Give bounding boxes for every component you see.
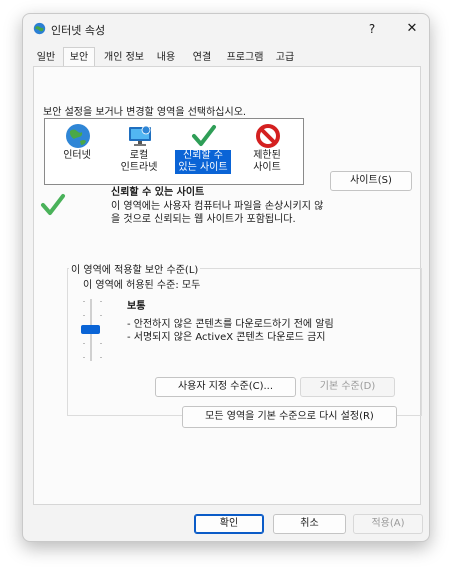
security-level-name: 보통 (127, 301, 146, 312)
checkmark-icon (192, 125, 216, 146)
globe-icon (66, 124, 90, 148)
trusted-sites-icon (41, 194, 65, 215)
custom-level-button[interactable]: 사용자 지정 수준(C)... (155, 377, 296, 397)
slider-tick (83, 357, 85, 358)
slider-tick (83, 301, 85, 302)
internet-properties-dialog: 인터넷 속성 ? ✕ 일반 보안 개인 정보 내용 연결 프로그램 고급 보안 … (22, 13, 430, 542)
slider-tick (83, 343, 85, 344)
zone-label-trusted-sites: 신뢰할 수 있는 사이트 (175, 150, 231, 174)
tab-programs[interactable]: 프로그램 (223, 49, 267, 66)
selected-zone-title: 신뢰할 수 있는 사이트 (111, 187, 205, 198)
selected-zone-description: 이 영역에는 사용자 컴퓨터나 파일을 손상시키지 않 을 것으로 신뢰되는 웹… (111, 201, 324, 225)
zone-trusted-sites[interactable]: 신뢰할 수 있는 사이트 (175, 119, 231, 181)
ok-button[interactable]: 확인 (194, 514, 264, 534)
internet-options-icon (33, 22, 46, 35)
window-title: 인터넷 속성 (51, 24, 106, 37)
monitor-icon (129, 125, 151, 146)
slider-tick (100, 343, 102, 344)
tab-privacy[interactable]: 개인 정보 (98, 49, 150, 66)
close-button[interactable]: ✕ (401, 20, 423, 38)
default-level-button[interactable]: 기본 수준(D) (300, 377, 395, 397)
tab-general[interactable]: 일반 (31, 49, 61, 66)
help-button[interactable]: ? (361, 20, 383, 38)
security-level-group-label: 이 영역에 적용할 보안 수준(L) (69, 261, 201, 276)
tab-advanced[interactable]: 고급 (270, 49, 300, 66)
slider-tick (100, 357, 102, 358)
zone-local-intranet[interactable]: 로컬 인트라넷 (111, 119, 167, 181)
zone-prompt: 보안 설정을 보거나 변경할 영역을 선택하십시오. (43, 107, 247, 118)
zone-label-restricted-sites: 제한된 사이트 (253, 150, 281, 173)
zone-restricted-sites[interactable]: 제한된 사이트 (239, 119, 295, 181)
reset-all-zones-button[interactable]: 모든 영역을 기본 수준으로 다시 설정(R) (182, 406, 397, 428)
security-level-description: - 안전하지 않은 콘텐츠를 다운로드하기 전에 알림 - 서명되지 않은 Ac… (127, 319, 334, 343)
sites-button[interactable]: 사이트(S) (330, 171, 412, 191)
apply-button[interactable]: 적용(A) (353, 514, 423, 534)
tab-security[interactable]: 보안 (63, 47, 95, 68)
zone-list: 인터넷 로컬 인트라넷 신뢰할 수 있는 사이트 제한된 사이트 (44, 118, 304, 185)
zone-label-internet: 인터넷 (63, 150, 91, 161)
tab-content[interactable]: 내용 (151, 49, 181, 66)
slider-thumb[interactable] (81, 325, 100, 334)
tab-connections[interactable]: 연결 (187, 49, 217, 66)
cancel-button[interactable]: 취소 (273, 514, 346, 534)
no-entry-icon (256, 124, 280, 148)
title-bar[interactable]: 인터넷 속성 ? ✕ (23, 14, 429, 44)
slider-tick (83, 315, 85, 316)
slider-tick (100, 301, 102, 302)
allowed-levels-text: 이 영역에 허용된 수준: 모두 (83, 280, 201, 291)
slider-tick (100, 315, 102, 316)
zone-internet[interactable]: 인터넷 (49, 119, 105, 181)
zone-label-local-intranet: 로컬 인트라넷 (120, 150, 158, 173)
